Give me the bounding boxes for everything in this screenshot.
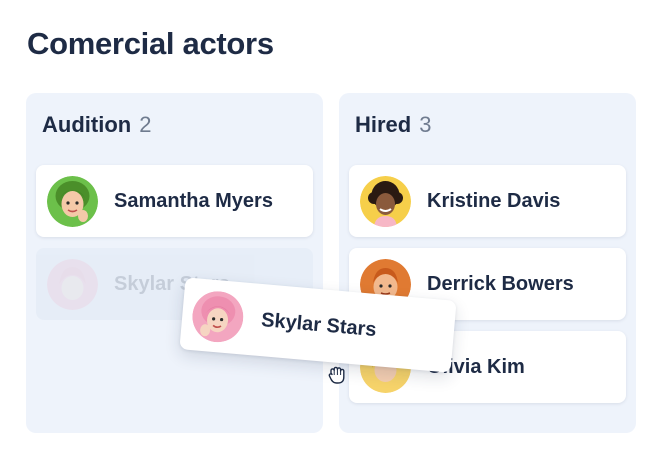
column-header: Audition 2 [42, 112, 151, 138]
column-count: 3 [419, 112, 432, 137]
grab-hand-icon [326, 363, 348, 385]
avatar-pink-hair [190, 289, 245, 344]
actor-name: Samantha Myers [114, 189, 273, 212]
actor-name: Skylar Stars [260, 308, 378, 341]
page-title: Comercial actors [27, 26, 274, 61]
avatar-green-hair [47, 175, 98, 227]
column-count: 2 [139, 112, 152, 137]
avatar-curly-dark-hair [360, 175, 411, 227]
avatar-pink-hair [47, 258, 98, 310]
column-hired: Hired 3 Kristine Davis Derrick Bowers Ol… [339, 93, 636, 433]
column-header: Hired 3 [355, 112, 432, 138]
actor-name: Derrick Bowers [427, 272, 574, 295]
column-audition: Audition 2 Samantha Myers Skylar Stars [26, 93, 323, 433]
column-title: Audition [42, 112, 132, 137]
actor-name: Kristine Davis [427, 189, 561, 212]
actor-card-samantha-myers[interactable]: Samantha Myers [36, 165, 313, 237]
column-title: Hired [355, 112, 412, 137]
actor-card-kristine-davis[interactable]: Kristine Davis [349, 165, 626, 237]
